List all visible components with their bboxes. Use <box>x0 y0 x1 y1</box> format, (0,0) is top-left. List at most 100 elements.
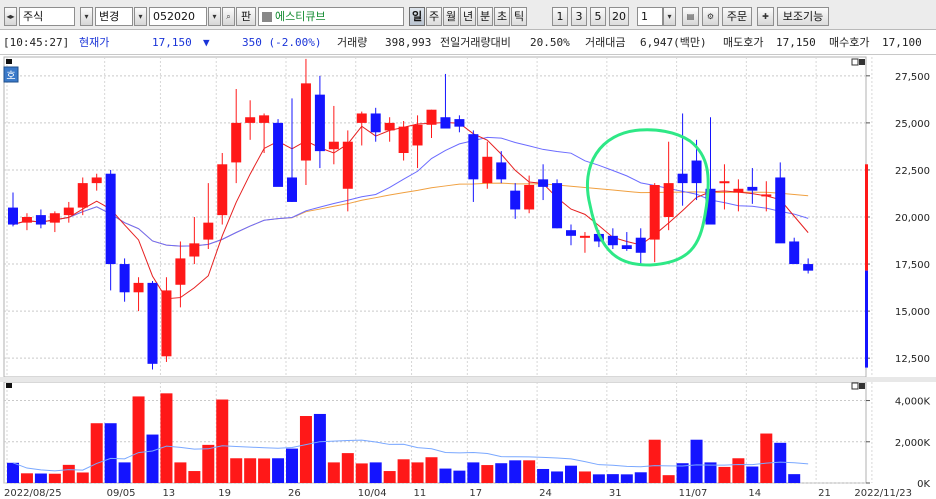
candle-body <box>77 183 88 208</box>
minimize-icon <box>851 382 859 390</box>
period-button[interactable]: 월 <box>443 7 459 26</box>
candle-body <box>426 109 437 125</box>
candle-body <box>203 222 214 240</box>
amount-value: 6,947(백만) <box>640 36 707 49</box>
market-select[interactable]: 주식 <box>19 7 75 26</box>
volume-bar <box>34 473 47 483</box>
candle-body <box>468 134 479 180</box>
candle-body <box>63 207 74 216</box>
candle-body <box>21 217 32 223</box>
chart-canvas[interactable]: 12,500 15,000 17,500 20,000 22,500 25,000 27,5… <box>0 55 936 499</box>
interval-button[interactable]: 5 <box>590 7 606 26</box>
dropdown-icon[interactable]: ▾ <box>80 7 93 26</box>
candle-body <box>412 124 423 146</box>
quote-bar: [10:45:27] 현재가 17,150 ▼ 350 (-2.00%) 거래량… <box>0 30 936 55</box>
interval-button[interactable]: 1 <box>552 7 568 26</box>
period-button[interactable]: 틱 <box>511 7 527 26</box>
date-label: 26 <box>288 488 301 499</box>
candle-body <box>398 126 409 153</box>
volume-bar <box>313 413 326 483</box>
current-price: 17,150 <box>152 36 192 49</box>
candle-body <box>273 122 284 187</box>
volume-bar <box>523 460 536 483</box>
price-tick-label: 12,500 <box>895 354 930 365</box>
volume-bar <box>453 470 466 483</box>
volume-tick-label: 2,000K <box>895 438 931 449</box>
crosshair-icon[interactable]: ✚ <box>757 7 774 26</box>
candle-body <box>105 173 116 265</box>
stock-name-field[interactable]: 에스티큐브 <box>258 7 404 26</box>
period-button[interactable]: 초 <box>494 7 510 26</box>
gear-icon[interactable]: ⚙ <box>702 7 719 26</box>
stock-code-value: 052020 <box>153 10 195 23</box>
volume-bar <box>397 459 410 483</box>
period-button[interactable]: 주 <box>426 7 442 26</box>
pan-button[interactable]: 판 <box>236 7 256 26</box>
volume-bar <box>411 462 424 483</box>
date-label: 14 <box>748 488 761 499</box>
candle-body <box>328 141 339 150</box>
date-label: 21 <box>818 488 831 499</box>
volume-bar <box>258 458 271 483</box>
date-label: 11 <box>414 488 427 499</box>
candle-body <box>35 215 46 225</box>
period-button[interactable]: 분 <box>477 7 493 26</box>
candle-body <box>245 117 256 123</box>
pane-divider <box>0 377 936 382</box>
volume-bar <box>439 468 452 483</box>
chart-area[interactable]: 12,500 15,000 17,500 20,000 22,500 25,000 27,5… <box>0 55 936 499</box>
candle-body <box>133 282 144 293</box>
period-button[interactable]: 일 <box>409 7 425 26</box>
volume-bar <box>425 457 438 483</box>
pane-marker-icon <box>6 383 12 388</box>
volume-bar <box>132 396 145 483</box>
date-label: 2022/08/25 <box>4 488 62 499</box>
volume-bar <box>230 458 243 483</box>
aux-function-button[interactable]: 보조기능 <box>777 7 829 26</box>
toolbar: ◂▸ 주식 ▾ 변경 ▾ 052020 ▾ ⌕ 판 에스티큐브 일주월년분초틱 … <box>0 0 936 30</box>
volume-bar <box>299 416 312 483</box>
volume-bar <box>606 474 619 483</box>
candle-body <box>356 113 367 123</box>
candle-body <box>566 230 576 236</box>
price-tick-label: 25,000 <box>895 119 930 130</box>
code-dropdown-icon[interactable]: ▾ <box>134 7 147 26</box>
volume-bar <box>495 463 508 483</box>
candle-body <box>747 186 758 191</box>
volume-bar <box>718 466 731 483</box>
interval-button[interactable]: 20 <box>609 7 629 26</box>
stock-name: 에스티큐브 <box>275 10 326 23</box>
stock-code-input[interactable]: 052020 <box>149 7 207 26</box>
period-button[interactable]: 년 <box>460 7 476 26</box>
volume-bar <box>327 462 340 483</box>
candle-body <box>231 122 242 163</box>
code-list-icon[interactable]: ▾ <box>208 7 221 26</box>
candle-body <box>147 282 158 364</box>
change-arrow-icon: ▼ <box>203 36 210 49</box>
interval-button[interactable]: 3 <box>571 7 587 26</box>
price-label: 현재가 <box>79 36 110 49</box>
volume-bar <box>146 434 159 483</box>
volume-bar <box>565 465 577 483</box>
order-button[interactable]: 주문 <box>722 7 752 26</box>
volume-bar <box>774 442 787 483</box>
minimize-icon <box>851 58 859 66</box>
volume-bar <box>355 463 368 483</box>
change-select[interactable]: 변경 <box>95 7 133 26</box>
search-icon[interactable]: ⌕ <box>222 7 235 26</box>
volume-tick-label: 0K <box>917 479 930 490</box>
date-label: 31 <box>609 488 622 499</box>
volume-bar <box>341 453 354 483</box>
volume-bar <box>690 439 703 483</box>
amount-label: 거래대금 <box>585 36 626 49</box>
bid-price: 17,100 <box>882 36 922 49</box>
volume-bar <box>592 474 605 483</box>
save-icon[interactable]: ▤ <box>682 7 699 26</box>
count-dropdown-icon[interactable]: ▾ <box>663 7 676 26</box>
price-tick-label: 20,000 <box>895 213 930 224</box>
count-input[interactable]: 1 <box>637 7 663 26</box>
nav-arrows-icon[interactable]: ◂▸ <box>4 7 17 26</box>
candle-body <box>733 188 744 193</box>
volume-bar <box>732 458 745 483</box>
volume-bar <box>118 462 131 483</box>
